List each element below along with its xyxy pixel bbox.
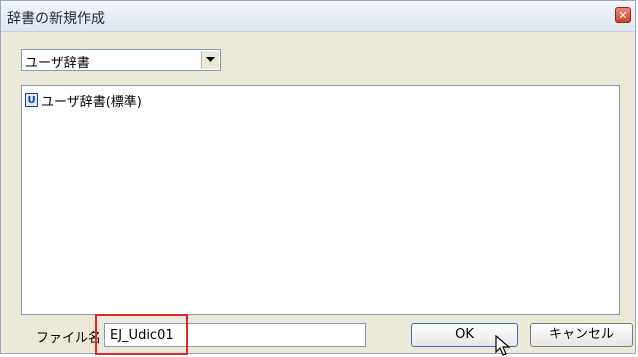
new-dictionary-dialog: 辞書の新規作成 ✕ ユーザ辞書 U ユーザ辞書(標準) ファイル名 OK キャン… [0, 0, 636, 356]
list-item-label: ユーザ辞書(標準) [41, 94, 142, 110]
dialog-title: 辞書の新規作成 [7, 11, 105, 27]
list-item[interactable]: U ユーザ辞書(標準) [25, 91, 142, 110]
close-button[interactable]: ✕ [615, 7, 631, 23]
dropdown-arrow-button[interactable] [201, 51, 219, 69]
cancel-button[interactable]: キャンセル [530, 323, 633, 347]
mouse-pointer-icon [495, 335, 511, 356]
close-icon: ✕ [618, 9, 628, 22]
dictionary-list[interactable]: U ユーザ辞書(標準) [21, 85, 620, 315]
dictionary-type-value: ユーザ辞書 [25, 56, 90, 71]
chevron-down-icon [206, 57, 215, 62]
file-name-label: ファイル名 [36, 331, 102, 346]
file-name-input[interactable] [104, 323, 366, 347]
title-bar[interactable]: 辞書の新規作成 ✕ [1, 1, 635, 32]
user-dictionary-icon: U [25, 93, 38, 107]
dictionary-type-dropdown[interactable]: ユーザ辞書 [21, 49, 221, 71]
